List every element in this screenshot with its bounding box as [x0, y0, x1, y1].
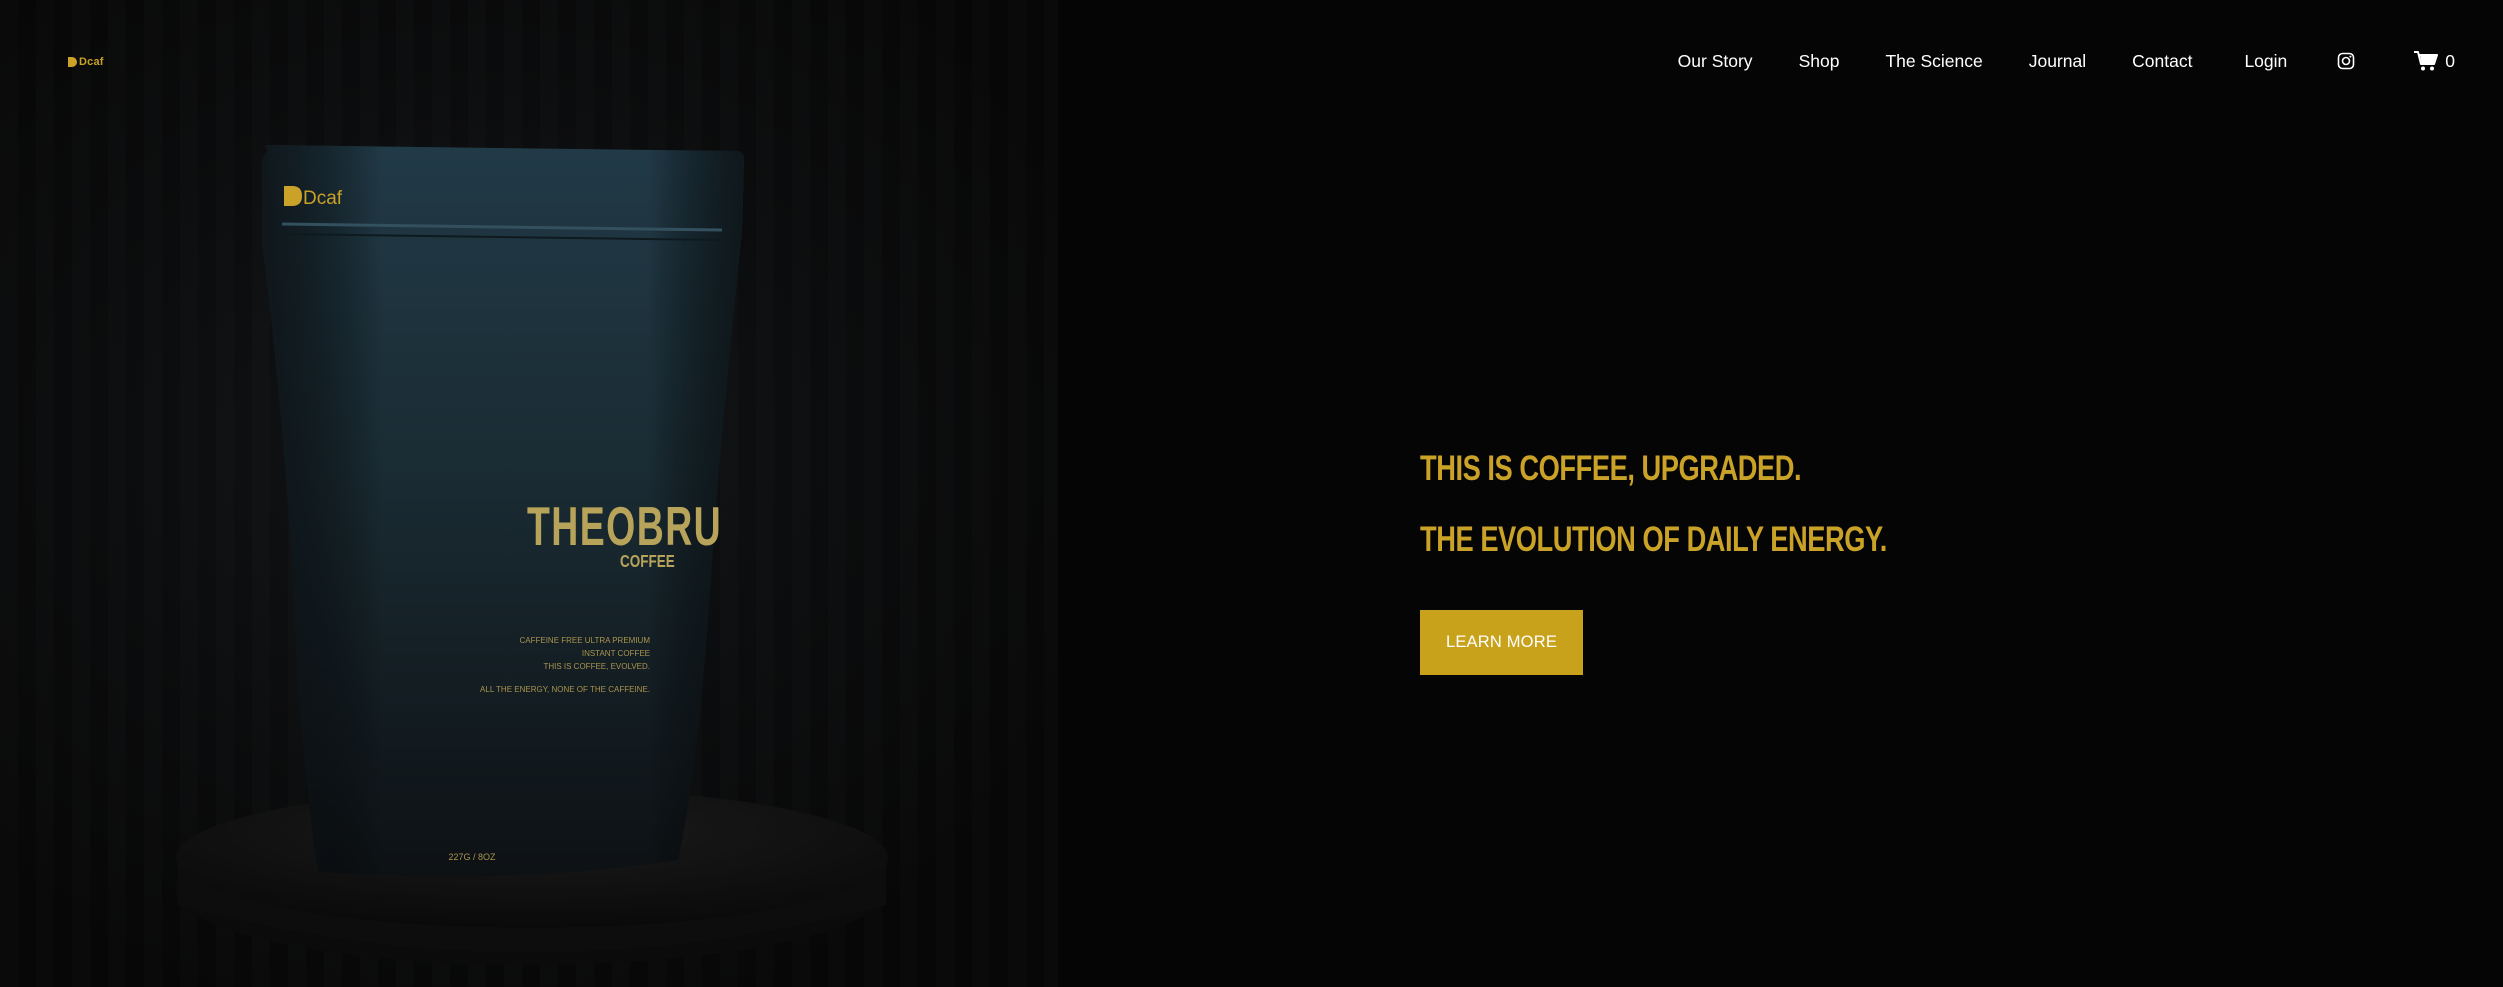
- learn-more-button[interactable]: LEARN MORE: [1420, 610, 1583, 675]
- cart-count: 0: [2445, 50, 2455, 71]
- nav-item-the-science[interactable]: The Science: [1885, 51, 1982, 72]
- brand-name: Dcaf: [79, 56, 104, 68]
- bag-product-sub: COFFEE: [620, 552, 675, 571]
- instagram-icon[interactable]: [2337, 52, 2355, 70]
- main-nav: Our Story Shop The Science Journal Conta…: [1678, 50, 2455, 72]
- login-link[interactable]: Login: [2244, 51, 2287, 72]
- bag-line-4: ALL THE ENERGY, NONE OF THE CAFFEINE.: [480, 685, 650, 694]
- cart-icon: [2414, 51, 2439, 71]
- bag-line-3: THIS IS COFFEE, EVOLVED.: [543, 662, 650, 671]
- cart-button[interactable]: 0: [2413, 50, 2455, 72]
- hero-copy: THIS IS COFFEE, UPGRADED. THE EVOLUTION …: [1420, 446, 2018, 675]
- bag-line-2: INSTANT COFFEE: [582, 649, 650, 658]
- hero-headline-1: THIS IS COFFEE, UPGRADED.: [1420, 449, 1802, 488]
- hero-headline-2: THE EVOLUTION OF DAILY ENERGY.: [1420, 520, 1887, 559]
- bag-product-name: THEOBRU: [527, 496, 722, 557]
- nav-item-contact[interactable]: Contact: [2132, 51, 2192, 72]
- site-header: Dcaf Our Story Shop The Science Journal …: [0, 0, 2503, 128]
- brand-logo[interactable]: Dcaf: [68, 56, 104, 68]
- bag-logo-mark: [284, 186, 302, 206]
- bag-weight: 227G / 8OZ: [448, 852, 496, 862]
- logo-icon: [68, 57, 77, 67]
- product-illustration: Dcaf THEOBRU COFFEE CAFFEINE FREE ULTRA …: [175, 145, 888, 965]
- hero-product-image: Dcaf THEOBRU COFFEE CAFFEINE FREE ULTRA …: [0, 0, 1058, 987]
- nav-item-our-story[interactable]: Our Story: [1678, 51, 1753, 72]
- nav-item-journal[interactable]: Journal: [2029, 51, 2086, 72]
- bag-logo-text: Dcaf: [303, 188, 343, 209]
- bag-line-1: CAFFEINE FREE ULTRA PREMIUM: [519, 636, 650, 645]
- nav-item-shop[interactable]: Shop: [1799, 51, 1840, 72]
